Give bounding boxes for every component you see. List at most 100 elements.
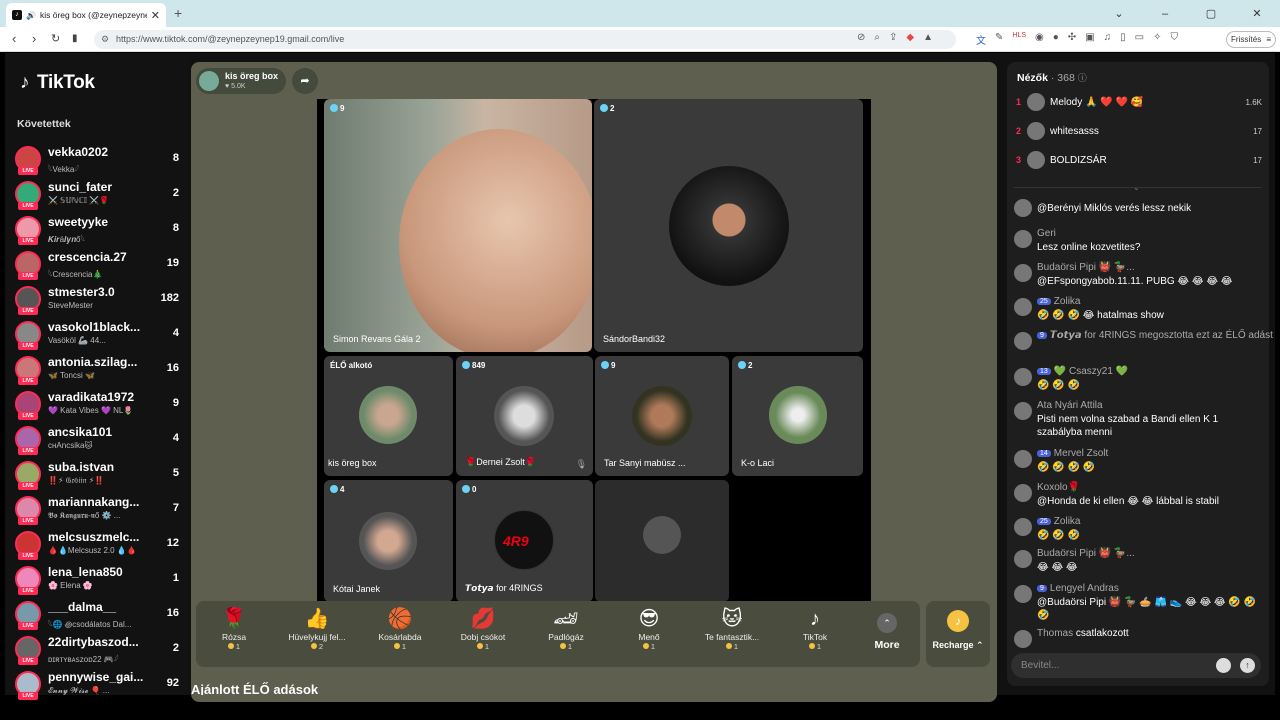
gift-item[interactable]: 🏎 Padlógáz 1: [526, 606, 606, 664]
host-name: kis öreg box: [225, 71, 279, 81]
gift-item[interactable]: 🌹 Rózsa 1: [194, 606, 274, 664]
chat-avatar: [1014, 450, 1032, 468]
update-button[interactable]: Frissítés ≡: [1226, 31, 1276, 48]
guest-name: 🌹Dernei Zsolt🌹: [465, 457, 536, 467]
share-icon[interactable]: ⇪: [889, 32, 897, 43]
following-user[interactable]: LIVE ___dalma__ 𓆩🌐 ꩜csodálatos Dal... 16: [15, 600, 183, 634]
chat-username-text: Ata Nyári Attila: [1037, 400, 1103, 411]
following-user[interactable]: LIVE antonia.szilag... 🦋 Toncsi 🦋 16: [15, 355, 183, 389]
top-viewer[interactable]: 1 Melody 🙏 ❤️ ❤️ 🥰 1.6K: [1016, 93, 1262, 115]
browser-tab[interactable]: ♪ 🔊 kis öreg box (@zeynepzeyne ✕: [6, 3, 166, 27]
reload-icon[interactable]: ↻: [51, 32, 60, 45]
leo-icon[interactable]: ✧: [1153, 32, 1161, 47]
guest-tile[interactable]: 849 🌹Dernei Zsolt🌹 🎙: [456, 356, 593, 476]
following-user[interactable]: LIVE sunci_fater ⚔️ 𝕊𝕌ℕℂ𝕀 ⚔️🌹 2: [15, 180, 183, 214]
close-window-button[interactable]: ✕: [1234, 7, 1280, 20]
info-icon[interactable]: ⓘ: [1078, 73, 1087, 83]
url-field[interactable]: ⚙ https://www.tiktok.com/@zeynepzeynep19…: [94, 30, 956, 49]
media-icon[interactable]: ♫: [1104, 32, 1112, 47]
following-user[interactable]: LIVE vekka0202 𓆩Vekka𓆪 8: [15, 145, 183, 179]
following-user[interactable]: LIVE lena_lena850 🌸 Elena 🌸 1: [15, 565, 183, 599]
coin-icon: [393, 643, 400, 649]
tab-search-icon[interactable]: ⌄: [1096, 7, 1142, 20]
extension-icon[interactable]: ◉: [1035, 32, 1044, 47]
following-user[interactable]: LIVE 22dirtybaszod... ᴅɪʀᴛʏʙᴀꜱᴢᴏᴅ22 🎮𓆪 2: [15, 635, 183, 669]
camera-off-icon[interactable]: ⊘: [857, 32, 865, 43]
following-user[interactable]: LIVE pennywise_gai... 𝓔𝓷𝓷𝔂 𝓦𝓲𝓼𝓮 🎈 ... 92: [15, 670, 183, 704]
screenshot-icon[interactable]: ▣: [1085, 32, 1094, 47]
gift-item[interactable]: ♪ TikTok 1: [775, 606, 855, 664]
user-nickname: ⚔️ 𝕊𝕌ℕℂ𝕀 ⚔️🌹: [48, 196, 110, 205]
brave-shield-icon[interactable]: ◆: [906, 32, 914, 43]
following-user[interactable]: LIVE mariannakang... 𝕭𝖔 𝕶𝖆𝖓𝖌𝖚𝖗𝖚-𝖓ő ⚙️ ..…: [15, 495, 183, 529]
vpn-icon[interactable]: ⛉: [1171, 32, 1179, 47]
maximize-button[interactable]: ▢: [1188, 7, 1234, 20]
wallet-icon[interactable]: ▭: [1135, 32, 1144, 47]
gift-item[interactable]: 🏀 Kosárlabda 1: [360, 606, 440, 664]
following-user[interactable]: LIVE varadikata1972 💜 Kata Vibes 💜 NL🌷 9: [15, 390, 183, 424]
tiktok-logo[interactable]: ♪ TikTok: [20, 72, 95, 94]
user-name: suba.istvan: [48, 460, 115, 474]
user-nickname: 💜 Kata Vibes 💜 NL🌷: [48, 406, 134, 415]
forward-icon[interactable]: ›: [32, 31, 36, 46]
translate-icon[interactable]: 文: [976, 32, 986, 47]
zoom-icon[interactable]: ⌕: [874, 32, 880, 43]
guest-tile-main[interactable]: 9 Simon Revans Gála 2: [324, 99, 592, 352]
gift-item[interactable]: 👍 Hüvelykujj fel... 2: [277, 606, 357, 664]
following-user[interactable]: LIVE stmester3.0 SteveMester 182: [15, 285, 183, 319]
extension-icon[interactable]: ●: [1053, 32, 1059, 47]
recharge-button[interactable]: ♪ Recharge ⌃: [926, 601, 990, 667]
chat-text: 🤣 🤣 🤣 🤣: [1037, 462, 1096, 473]
emoji-icon[interactable]: [1216, 658, 1231, 673]
minimize-button[interactable]: –: [1142, 8, 1188, 20]
site-info-icon[interactable]: ⚙: [101, 30, 109, 49]
send-icon[interactable]: ↑: [1240, 658, 1255, 673]
top-viewer[interactable]: 3 BOLDIZSÁR 17: [1016, 151, 1262, 173]
viewers-count: · 368: [1050, 72, 1075, 84]
guest-tile[interactable]: ÉLŐ alkotó kis öreg box: [324, 356, 453, 476]
chevron-down-icon[interactable]: ⌄: [1133, 183, 1140, 192]
guest-tile[interactable]: 2 K-o Laci: [732, 356, 863, 476]
extension-hls-icon[interactable]: HLS: [1012, 32, 1026, 47]
following-user[interactable]: LIVE ancsika101 ᴄʜAncsika🐱 4: [15, 425, 183, 459]
following-user[interactable]: LIVE suba.istvan ‼️⚡ 𝔊𝔬𝔟𝔦𝔦𝔫 ⚡‼️ 5: [15, 460, 183, 494]
gift-item[interactable]: 😎 Menő 1: [609, 606, 689, 664]
puzzle-icon[interactable]: ✣: [1068, 32, 1076, 47]
share-button[interactable]: ➦: [292, 68, 318, 94]
guest-count-value: 9: [611, 361, 616, 370]
rewards-icon[interactable]: ▲: [923, 32, 933, 43]
rank-number: 1: [1016, 97, 1022, 107]
viewer-name: whitesasss: [1050, 126, 1099, 137]
guest-tile[interactable]: 4R9 0 𝙏𝙤𝙩𝙮𝙖 for 4RINGS: [456, 480, 593, 602]
live-badge: LIVE: [18, 342, 38, 350]
following-user[interactable]: LIVE melcsuszmelc... 🩸💧Melcsusz 2.0 💧🩸 1…: [15, 530, 183, 564]
bookmark-icon[interactable]: ▮: [72, 33, 78, 44]
guest-avatar: [669, 166, 789, 286]
user-name: varadikata1972: [48, 390, 135, 404]
speaker-icon[interactable]: 🔊: [26, 11, 36, 20]
tiktok-favicon-icon: ♪: [12, 10, 22, 20]
new-tab-button[interactable]: +: [174, 5, 182, 21]
chat-input[interactable]: Bevitel... ↑: [1011, 653, 1261, 678]
top-viewer[interactable]: 2 whitesasss 17: [1016, 122, 1262, 144]
sidebar-icon[interactable]: ▯: [1120, 32, 1126, 47]
more-gifts-button[interactable]: ⌃ More: [868, 613, 906, 651]
guest-count-value: 4: [340, 485, 345, 494]
guest-tile[interactable]: 9 Tar Sanyi mabüsz ...: [595, 356, 729, 476]
close-tab-icon[interactable]: ✕: [151, 9, 160, 22]
viewer-count: 19: [166, 257, 179, 269]
host-pill[interactable]: kis öreg box ♥ 5.0K: [196, 68, 286, 94]
gift-item[interactable]: 💋 Dobj csókot 1: [443, 606, 523, 664]
gift-item[interactable]: 🐱 Te fantasztik... 1: [692, 606, 772, 664]
empty-guest-slot[interactable]: [595, 480, 729, 602]
user-name: vekka0202: [48, 145, 109, 159]
extension-icon[interactable]: ✎: [995, 32, 1003, 47]
back-icon[interactable]: ‹: [12, 31, 16, 46]
following-user[interactable]: LIVE sweetyyke 𝑲𝒊𝒓á𝒍𝒚𝒏ő𓆩 8: [15, 215, 183, 249]
following-user[interactable]: LIVE crescencia.27 𓆩Crescencia🎄 19: [15, 250, 183, 284]
guest-tile[interactable]: 4 Kótai Janek: [324, 480, 453, 602]
viewers-header[interactable]: Nézők · 368 ⓘ: [1017, 71, 1087, 84]
guest-tile[interactable]: 2 SándorBandi32: [594, 99, 863, 352]
viewers-label: Nézők: [1017, 72, 1048, 84]
following-user[interactable]: LIVE vasokol1black... Vasököl 🦾 44... 4: [15, 320, 183, 354]
